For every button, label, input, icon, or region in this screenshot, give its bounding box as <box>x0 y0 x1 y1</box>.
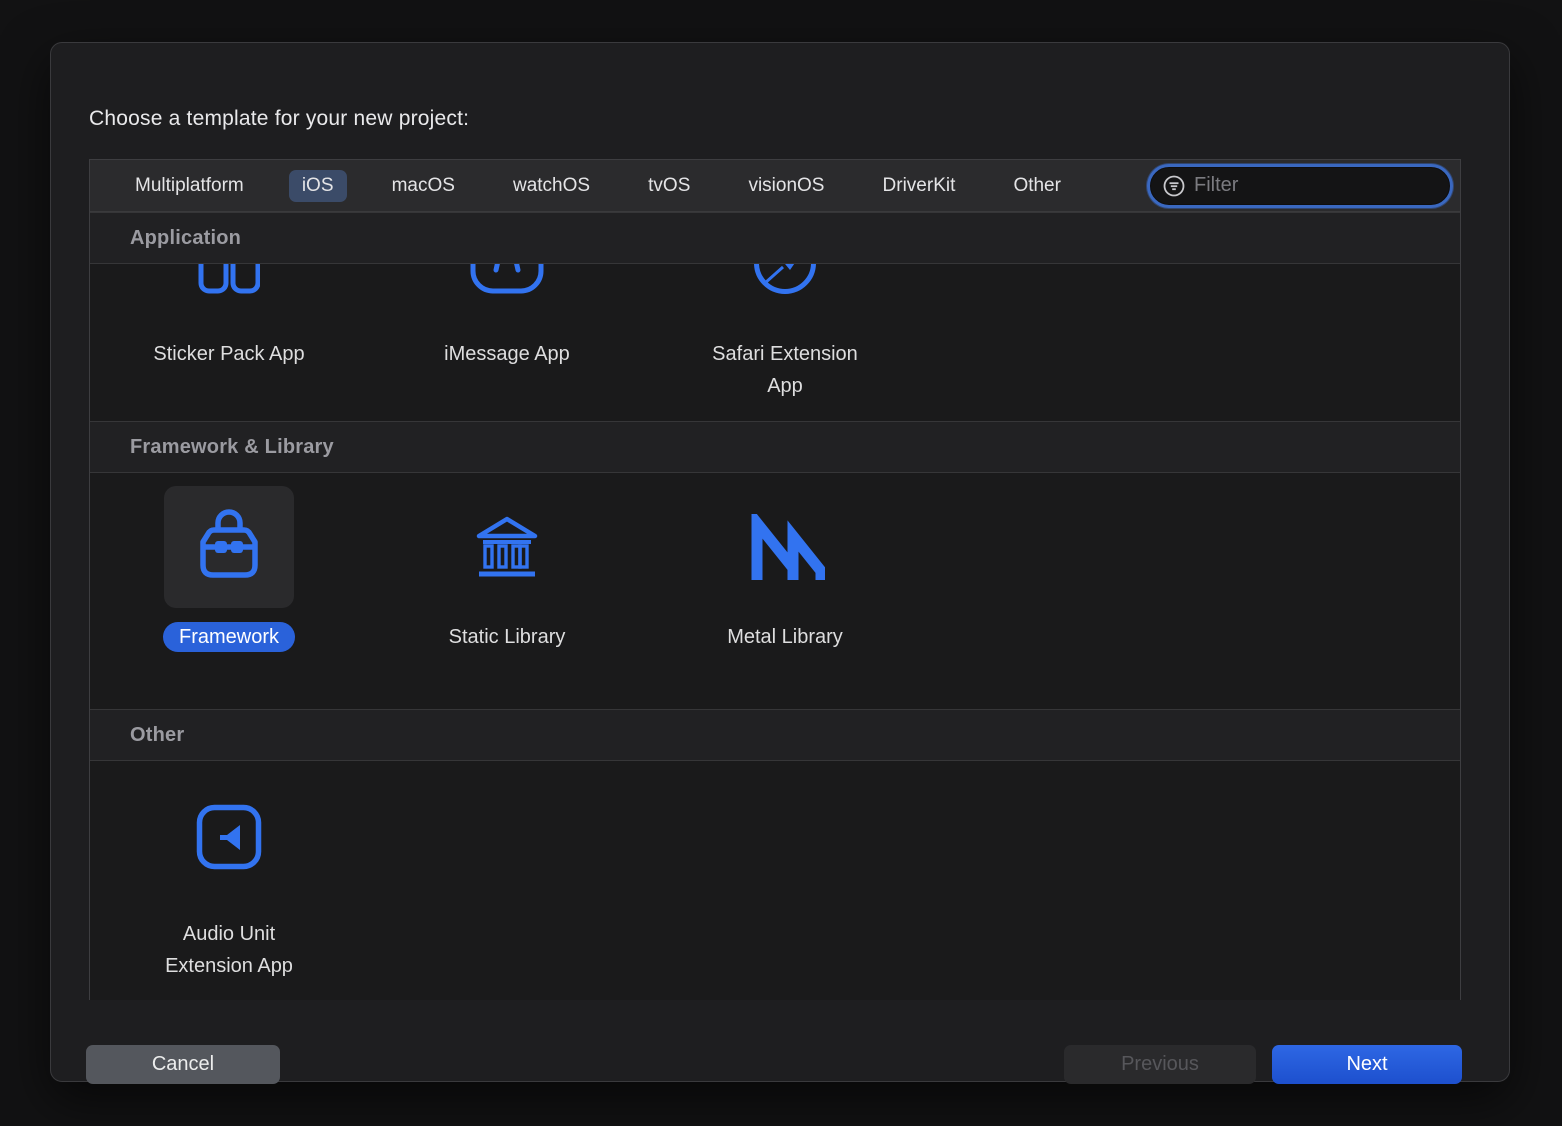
section-header-other: Other <box>90 709 1460 761</box>
template-sticker-pack-app[interactable]: Sticker Pack App <box>90 264 368 370</box>
dialog-title: Choose a template for your new project: <box>89 107 469 131</box>
framework-toolbox-icon <box>185 503 273 591</box>
template-metal-library[interactable]: Metal Library <box>646 486 924 653</box>
template-safari-extension-app[interactable]: Safari Extension App <box>646 264 924 402</box>
tab-multiplatform[interactable]: Multiplatform <box>122 170 257 202</box>
metal-library-icon <box>745 514 825 580</box>
template-imessage-app[interactable]: iMessage App <box>368 264 646 370</box>
template-chooser-panel: Multiplatform iOS macOS watchOS tvOS vis… <box>89 159 1461 1000</box>
tab-visionos[interactable]: visionOS <box>735 170 837 202</box>
section-other-items: Audio Unit Extension App <box>90 761 1460 1000</box>
tab-other[interactable]: Other <box>1000 170 1074 202</box>
section-application-items: Sticker Pack App iMessage App <box>90 264 1460 421</box>
tab-ios[interactable]: iOS <box>289 170 347 202</box>
tab-macos[interactable]: macOS <box>379 170 468 202</box>
selected-template-label: Framework <box>163 622 295 652</box>
tab-tvos[interactable]: tvOS <box>635 170 703 202</box>
sticker-pack-icon <box>198 264 260 294</box>
imessage-icon <box>469 264 545 294</box>
filter-placeholder: Filter <box>1194 174 1238 197</box>
section-header-framework-library: Framework & Library <box>90 421 1460 473</box>
cancel-button[interactable]: Cancel <box>86 1045 280 1084</box>
static-library-icon <box>476 516 538 578</box>
filter-icon <box>1163 175 1185 197</box>
platform-tabs: Multiplatform iOS macOS watchOS tvOS vis… <box>122 170 1074 202</box>
new-project-template-dialog: Choose a template for your new project: … <box>50 42 1510 1082</box>
section-framework-library-items: Framework <box>90 473 1460 709</box>
template-framework[interactable]: Framework <box>90 486 368 653</box>
selected-template-tile <box>164 486 294 608</box>
template-static-library[interactable]: Static Library <box>368 486 646 653</box>
previous-button[interactable]: Previous <box>1064 1045 1256 1084</box>
section-header-application: Application <box>90 212 1460 264</box>
filter-input[interactable]: Filter <box>1150 167 1450 205</box>
template-audio-unit-extension-app[interactable]: Audio Unit Extension App <box>90 804 368 982</box>
platform-tabbar: Multiplatform iOS macOS watchOS tvOS vis… <box>90 160 1460 212</box>
audio-unit-icon <box>196 804 262 870</box>
tab-driverkit[interactable]: DriverKit <box>870 170 969 202</box>
tab-watchos[interactable]: watchOS <box>500 170 603 202</box>
next-button[interactable]: Next <box>1272 1045 1462 1084</box>
safari-extension-icon <box>752 264 818 294</box>
